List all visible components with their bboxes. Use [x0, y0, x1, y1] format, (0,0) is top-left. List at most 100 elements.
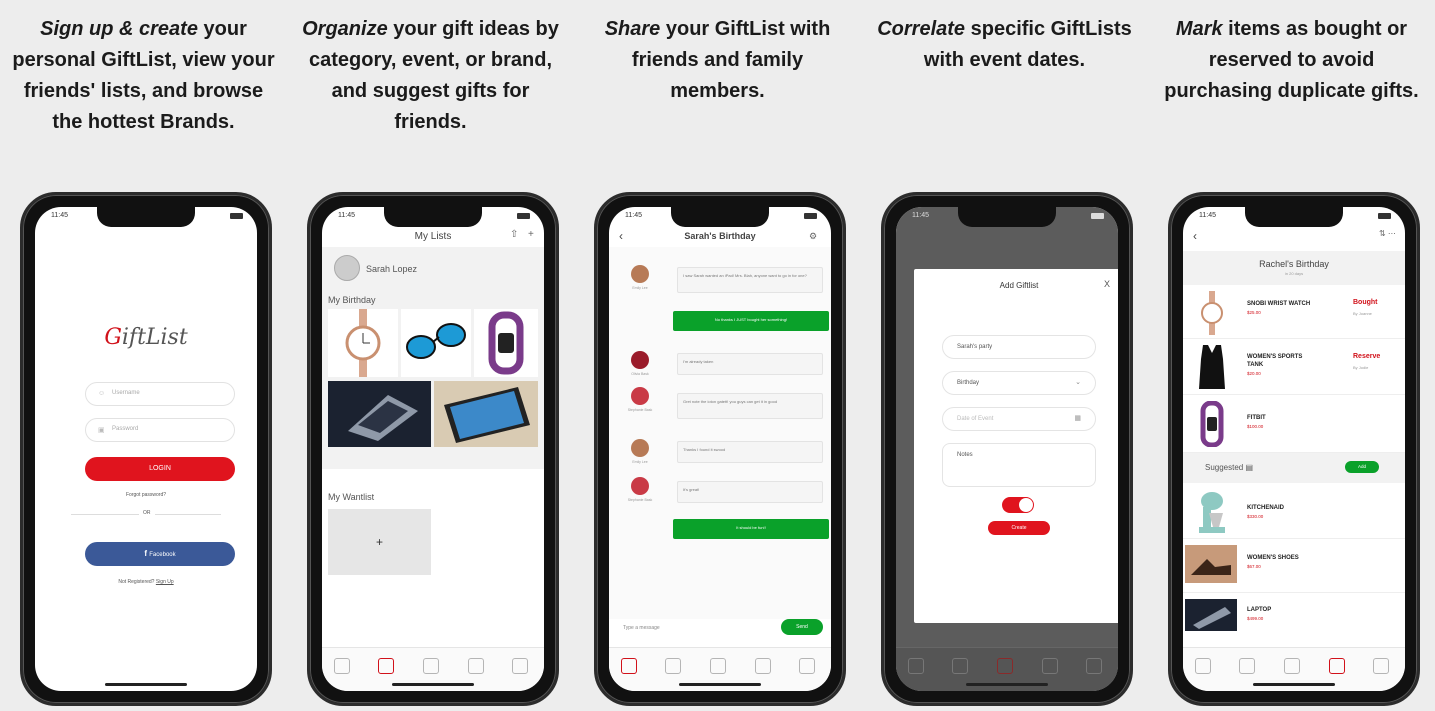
my-gifts-icon[interactable]: [1373, 658, 1389, 674]
signup-prompt: Not Registered? Sign Up: [118, 579, 174, 585]
gift-tile-vr[interactable]: [328, 381, 431, 447]
avatar: [631, 477, 649, 495]
settings-icon[interactable]: ⚙: [809, 231, 817, 242]
laptop-image: [1185, 599, 1237, 631]
gift-tile-phone[interactable]: [434, 381, 538, 447]
message-bubble: I'm already taken: [677, 353, 823, 375]
send-button[interactable]: Send: [781, 619, 823, 635]
chat-screen: 11:45 ‹ Sarah's Birthday ⚙ Emily Lee I s…: [609, 207, 831, 691]
share-icon[interactable]: ⇧: [510, 229, 518, 240]
messages-icon[interactable]: [334, 658, 350, 674]
phone-frame: 11:45 ‹ ⇅ ⋯ Rachel's Birthday in 20 days…: [1168, 192, 1420, 706]
watch-image: [1201, 291, 1223, 335]
back-icon[interactable]: ‹: [1193, 229, 1197, 243]
list-item[interactable]: FITBIT $100.00: [1183, 395, 1405, 453]
add-icon[interactable]: +: [528, 229, 534, 240]
my-gifts-icon[interactable]: [799, 658, 815, 674]
list-item[interactable]: SNOBI WRIST WATCH $25.00 Bought By Joann…: [1183, 287, 1405, 339]
my-lists-icon[interactable]: [1239, 658, 1255, 674]
toggle-switch[interactable]: [1002, 497, 1034, 513]
gift-tile-fitbit[interactable]: [474, 309, 538, 377]
close-icon[interactable]: X: [1104, 279, 1110, 289]
caption-correlate: Correlate specific GiftLists with event …: [877, 18, 1132, 71]
chat-area: [609, 247, 831, 619]
friends-icon[interactable]: [468, 658, 484, 674]
login-button[interactable]: LOGIN: [85, 457, 235, 481]
facebook-login-button[interactable]: f Facebook: [85, 542, 235, 566]
my-lists-icon[interactable]: [665, 658, 681, 674]
add-wantlist-tile[interactable]: +: [328, 509, 431, 575]
home-indicator: [1253, 683, 1335, 686]
username-input[interactable]: ☺ Username: [85, 382, 235, 406]
my-gifts-icon[interactable]: [512, 658, 528, 674]
friends-icon[interactable]: [755, 658, 771, 674]
message-bubble: Thanks I found it swood: [677, 441, 823, 463]
messages-icon[interactable]: [621, 658, 637, 674]
notch: [671, 207, 769, 227]
add-lists-icon[interactable]: [1284, 658, 1300, 674]
message-input[interactable]: Type a message: [623, 621, 773, 637]
my-lists-icon[interactable]: [952, 658, 968, 674]
panel-mark: Mark items as bought or reserved to avoi…: [1148, 0, 1435, 711]
list-item[interactable]: WOMEN'S SPORTS TANK $20.00 Reserve By Jo…: [1183, 339, 1405, 395]
fitbit-image: [1200, 401, 1224, 447]
message-bubble: I saw Sarah wanted an iPad! Mrs. Blah, a…: [677, 267, 823, 293]
item-price: $25.00: [1247, 310, 1261, 315]
status-time: 11:45: [1199, 212, 1216, 219]
avatar: [631, 387, 649, 405]
suggested-item[interactable]: LAPTOP $499.00: [1183, 593, 1405, 643]
gift-tile-sunglasses[interactable]: [401, 309, 471, 377]
list-title: Rachel's Birthday: [1259, 259, 1329, 269]
login-screen: 11:45 GiftList ☺ Username ▣ Password LOGIN…: [35, 207, 257, 691]
message-bubble-sent: No thanks I JUST bought her something!: [673, 311, 829, 331]
item-price: $330.00: [1247, 514, 1264, 519]
home-indicator: [105, 683, 187, 686]
suggested-item[interactable]: KITCHENAID $330.00: [1183, 485, 1405, 539]
chat-title: Sarah's Birthday: [684, 231, 756, 241]
event-date-input[interactable]: Date of Event ▦: [942, 407, 1096, 431]
item-name: LAPTOP: [1247, 607, 1272, 613]
add-suggested-button[interactable]: Add: [1345, 461, 1379, 473]
add-lists-icon[interactable]: [710, 658, 726, 674]
my-gifts-icon[interactable]: [1086, 658, 1102, 674]
suggested-item[interactable]: WOMEN'S SHOES $67.00: [1183, 539, 1405, 593]
password-input[interactable]: ▣ Password: [85, 418, 235, 442]
caption-mark: Mark items as bought or reserved to avoi…: [1164, 18, 1419, 102]
section-title-birthday: My Birthday: [328, 295, 376, 305]
section-title-wantlist: My Wantlist: [328, 492, 375, 502]
event-type-select[interactable]: Birthday ⌄: [942, 371, 1096, 395]
avatar[interactable]: [334, 255, 360, 281]
messages-icon[interactable]: [1195, 658, 1211, 674]
suggested-label: Suggested ▤: [1205, 463, 1254, 472]
sender-name: Stephanie Bask: [627, 498, 653, 502]
notch: [384, 207, 482, 227]
sender-name: Olivia Bask: [631, 372, 649, 376]
status-time: 11:45: [338, 212, 355, 219]
battery-icon: [804, 213, 817, 219]
forgot-password-link[interactable]: Forgot password?: [35, 492, 257, 498]
status-badge[interactable]: Reserve: [1353, 353, 1380, 360]
lock-icon: ▣: [98, 427, 105, 434]
panel-correlate: Correlate specific GiftLists with event …: [861, 0, 1148, 711]
more-icon[interactable]: ⇅ ⋯: [1379, 229, 1396, 238]
friends-icon[interactable]: [1042, 658, 1058, 674]
giftlist-name-input[interactable]: Sarah's party: [942, 335, 1096, 359]
phone-frame: 11:45 Add Giftlist X Sarah's party Birth…: [881, 192, 1133, 706]
item-price: $67.00: [1247, 564, 1261, 569]
my-lists-icon[interactable]: [378, 658, 394, 674]
add-lists-icon[interactable]: [423, 658, 439, 674]
messages-icon[interactable]: [908, 658, 924, 674]
friends-icon[interactable]: [1329, 658, 1345, 674]
add-lists-icon[interactable]: [997, 658, 1013, 674]
giftlist-detail-screen: 11:45 ‹ ⇅ ⋯ Rachel's Birthday in 20 days…: [1183, 207, 1405, 691]
shoes-image: [1185, 545, 1237, 583]
battery-icon: [517, 213, 530, 219]
create-button[interactable]: Create: [988, 521, 1050, 535]
gift-tile-watch[interactable]: [328, 309, 398, 377]
signup-link[interactable]: Sign Up: [156, 579, 174, 585]
status-badge[interactable]: Bought: [1353, 299, 1378, 306]
panel-signup: Sign up & create your personal GiftList,…: [0, 0, 287, 711]
chevron-down-icon: ⌄: [1075, 379, 1081, 386]
notes-input[interactable]: Notes: [942, 443, 1096, 487]
item-price: $20.00: [1247, 371, 1261, 376]
